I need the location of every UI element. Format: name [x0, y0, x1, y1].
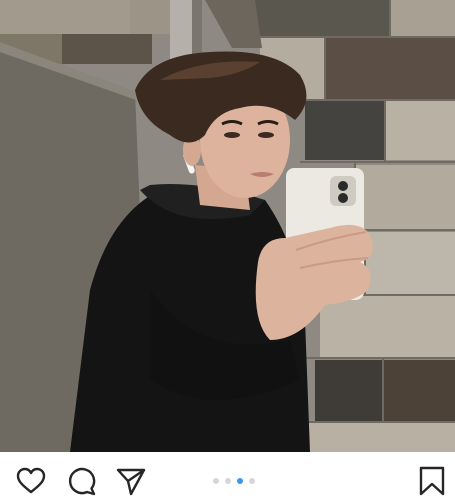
carousel-dot-active[interactable]: [236, 478, 243, 484]
bookmark-icon[interactable]: [418, 466, 446, 496]
carousel-dot[interactable]: [248, 478, 255, 484]
carousel-dot[interactable]: [224, 478, 231, 484]
carousel-indicator: [0, 478, 455, 486]
post-photo[interactable]: [0, 0, 455, 452]
post-action-bar: [0, 452, 455, 500]
carousel-dot[interactable]: [212, 478, 219, 484]
